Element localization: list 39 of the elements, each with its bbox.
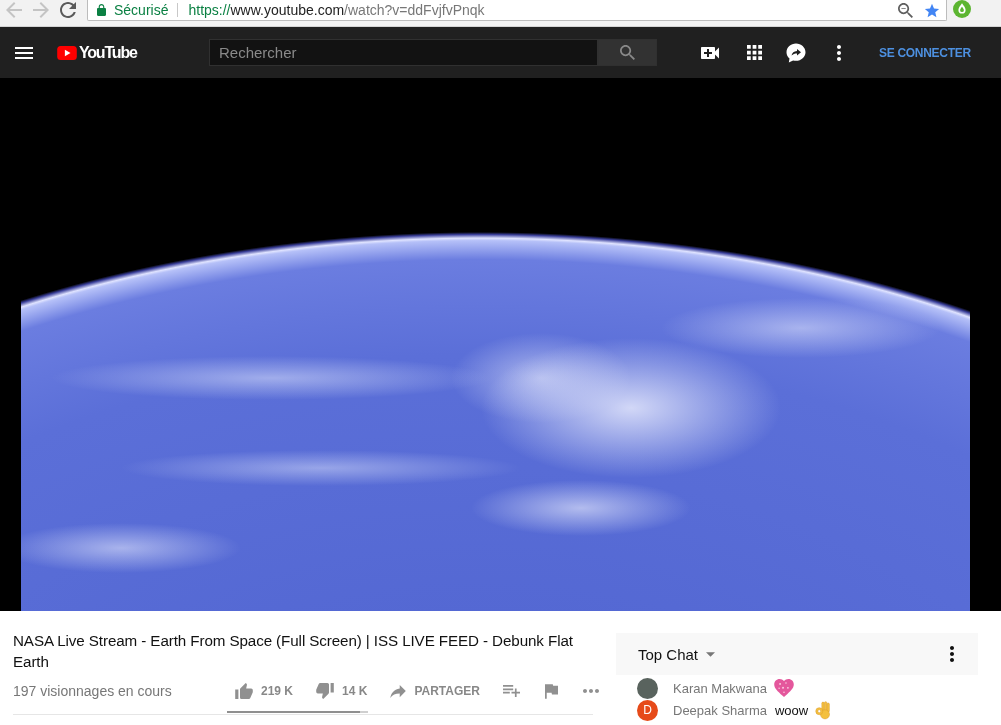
- letter-avatar: D: [637, 699, 658, 721]
- share-arrow-icon: [390, 684, 407, 698]
- url-text: https://www.youtube.com/watch?v=ddFvjfvPnqk: [188, 2, 485, 18]
- drop-badge-icon[interactable]: [953, 0, 971, 18]
- playlist-add-icon[interactable]: [502, 685, 520, 697]
- address-bar[interactable]: Sécurisé https://www.youtube.com/watch?v=ddFvjfvPnqk: [87, 0, 947, 21]
- dislike-button[interactable]: 14 K: [316, 683, 368, 699]
- thumb-up-icon: [235, 683, 253, 699]
- flag-icon[interactable]: [544, 683, 558, 699]
- chat-bubble-icon[interactable]: [786, 42, 806, 63]
- author-name: Karan Makwana: [673, 680, 767, 696]
- star-icon[interactable]: [924, 2, 940, 18]
- video-title: NASA Live Stream - Earth From Space (Full Screen) | ISS LIVE FEED - Debunk Flat Earth: [13, 631, 574, 672]
- sign-in-button[interactable]: SE CONNECTER: [879, 45, 971, 60]
- author-name: Deepak Sharma: [673, 702, 767, 718]
- search-icon: [620, 45, 635, 60]
- ok-hand-emoji-icon: [815, 700, 831, 720]
- security-label: Sécurisé: [114, 2, 169, 18]
- user-avatar: [637, 677, 658, 699]
- logo-link[interactable]: YouTube: [57, 43, 145, 62]
- like-button[interactable]: 219 K: [235, 683, 294, 699]
- more-icon[interactable]: [950, 646, 954, 662]
- viewer-count: 197 visionnages en cours: [13, 683, 173, 699]
- message-text: woow: [774, 702, 809, 718]
- search-field[interactable]: Rechercher: [209, 39, 598, 66]
- heart-emoji-icon: [773, 679, 794, 697]
- thumb-down-icon: [316, 683, 335, 699]
- video-camera-icon[interactable]: [701, 46, 719, 59]
- more-icon[interactable]: [837, 44, 841, 61]
- menu-icon[interactable]: [15, 46, 33, 59]
- search-button[interactable]: [598, 39, 657, 66]
- apps-grid-icon[interactable]: [747, 45, 762, 60]
- play-logo-icon: [57, 45, 77, 60]
- zoom-out-icon[interactable]: [898, 2, 913, 18]
- caret-down-icon: [706, 651, 716, 657]
- reload-icon[interactable]: [60, 2, 76, 18]
- chat-mode-dropdown[interactable]: Top Chat: [638, 645, 716, 663]
- lock-icon: [97, 4, 106, 16]
- share-button[interactable]: PARTAGER: [390, 684, 480, 698]
